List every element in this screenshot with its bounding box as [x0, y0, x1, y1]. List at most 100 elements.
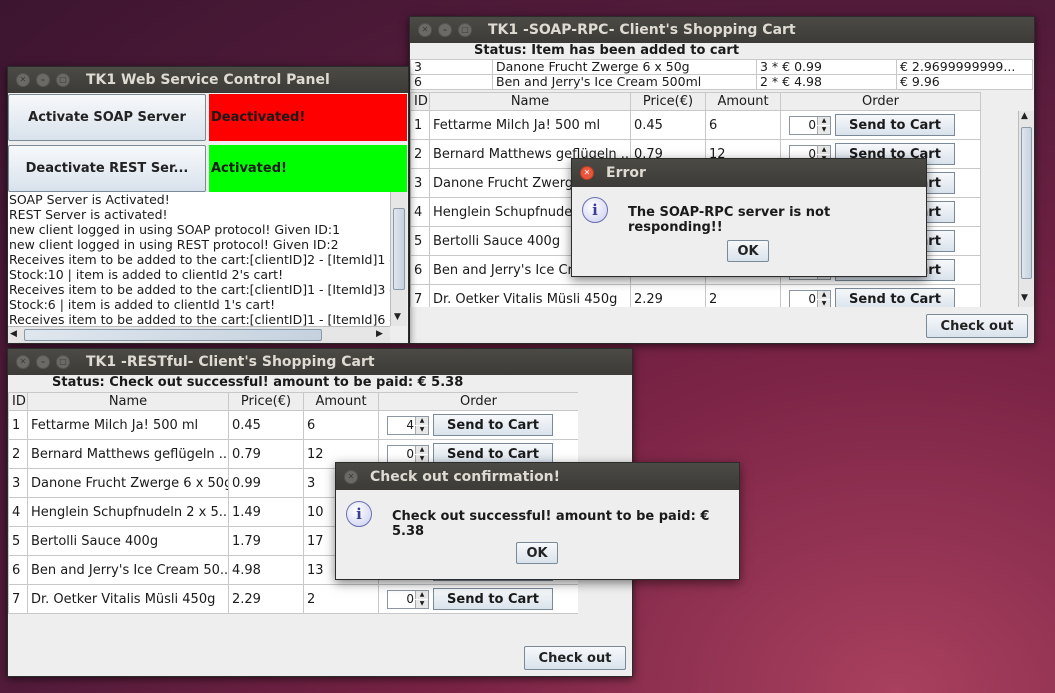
activate-soap-button[interactable]: Activate SOAP Server — [8, 94, 206, 141]
column-header: Amount — [303, 392, 379, 411]
cell-id: 3 — [8, 468, 28, 498]
column-header: Price(€) — [228, 392, 304, 411]
log-line: SOAP Server is Activated! — [9, 192, 170, 207]
cell-name: Dr. Oetker Vitalis Müsli 450g — [429, 284, 631, 307]
cart-cell-name: Danone Frucht Zwerge 6 x 50g — [492, 59, 757, 75]
table-row[interactable]: 1 Fettarme Milch Ja! 500 ml 0.45 6 4 ▲ ▼ Send t… — [8, 410, 578, 440]
checkout-message: Check out successful! amount to be paid:… — [392, 509, 710, 539]
minimize-icon[interactable]: – — [36, 73, 50, 87]
cell-id: 6 — [410, 255, 430, 285]
cell-id: 1 — [8, 410, 28, 440]
rest-checkout-button[interactable]: Check out — [524, 646, 626, 670]
cell-price: 0.45 — [630, 110, 706, 140]
soap-status-text: Status: Item has been added to cart — [474, 43, 740, 58]
cell-id: 4 — [410, 197, 430, 227]
rest-titlebar[interactable]: ✕ – □ TK1 -RESTful- Client's Shopping Ca… — [8, 349, 632, 375]
close-icon[interactable]: ✕ — [344, 469, 358, 484]
quantity-value: 0 — [808, 117, 816, 132]
scroll-thumb[interactable] — [1021, 127, 1032, 279]
cell-amount: 6 — [705, 110, 781, 140]
maximize-icon[interactable]: □ — [56, 73, 70, 87]
cart-cell-name: Ben and Jerry's Ice Cream 500ml — [492, 74, 757, 90]
cell-name: Dr. Oetker Vitalis Müsli 450g — [27, 584, 229, 614]
log-line: Receives item to be added to the cart:[c… — [9, 282, 390, 297]
stepper-up-icon[interactable]: ▲ — [415, 590, 428, 599]
log-line: REST Server is activated! — [9, 207, 168, 222]
server-log-text: SOAP Server is Activated! REST Server is … — [8, 192, 390, 326]
error-titlebar[interactable]: ✕ Error — [572, 159, 926, 187]
stepper-down-icon[interactable]: ▼ — [817, 125, 830, 134]
stepper-down-icon[interactable]: ▼ — [817, 299, 830, 307]
cell-name: Fettarme Milch Ja! 500 ml — [429, 110, 631, 140]
cell-id: 5 — [8, 526, 28, 556]
quantity-value: 0 — [808, 291, 816, 306]
close-icon[interactable]: ✕ — [16, 73, 30, 87]
soap-vertical-scrollbar[interactable]: ▲ ▼ — [1018, 111, 1034, 307]
maximize-icon[interactable]: □ — [56, 355, 70, 369]
cart-cell-total: € 9.96 — [896, 74, 1033, 90]
checkout-titlebar[interactable]: ✕ Check out confirmation! — [336, 463, 739, 490]
close-icon[interactable]: ✕ — [16, 355, 30, 369]
table-row[interactable]: 7 Dr. Oetker Vitalis Müsli 450g 2.29 2 0 ▲ ▼ Se… — [8, 584, 578, 614]
quantity-stepper[interactable]: 0▲▼ — [789, 115, 831, 135]
cell-price: 1.49 — [228, 497, 304, 527]
send-to-cart-button[interactable]: Send to Cart — [433, 414, 553, 436]
scroll-right-icon[interactable]: ▶ — [376, 329, 383, 339]
error-ok-button[interactable]: OK — [727, 240, 769, 262]
log-line: Receives item to be added to the cart:[c… — [9, 312, 390, 326]
stepper-up-icon[interactable]: ▲ — [817, 290, 830, 299]
quantity-stepper[interactable]: 4 ▲ ▼ — [387, 415, 429, 435]
cart-summary-row: 3 Danone Frucht Zwerge 6 x 50g 3 * € 0.99 €… — [410, 59, 1033, 75]
checkout-ok-button[interactable]: OK — [516, 542, 558, 564]
cell-amount: 2 — [303, 584, 379, 614]
cart-cell-id: 3 — [410, 59, 493, 75]
cart-summary-row: 6 Ben and Jerry's Ice Cream 500ml 2 * € 4.… — [410, 74, 1033, 90]
scroll-down-icon[interactable]: ▼ — [394, 312, 401, 322]
column-header: Price(€) — [630, 92, 706, 111]
log-horizontal-scrollbar[interactable]: ◀ ▶ — [8, 326, 390, 343]
minimize-icon[interactable]: – — [438, 23, 452, 37]
table-row[interactable]: 1 Fettarme Milch Ja! 500 ml 0.45 6 0 ▲ ▼ Send t… — [410, 110, 981, 140]
scroll-down-icon[interactable]: ▼ — [1021, 293, 1028, 303]
stepper-up-icon[interactable]: ▲ — [817, 145, 830, 154]
stepper-up-icon[interactable]: ▲ — [817, 116, 830, 125]
cell-id: 7 — [8, 584, 28, 614]
maximize-icon[interactable]: □ — [458, 23, 472, 37]
send-to-cart-button[interactable]: Send to Cart — [835, 114, 955, 136]
cell-name: Bernard Matthews geflügeln ... — [27, 439, 229, 469]
cell-order: 0▲▼Send to Cart — [780, 110, 981, 140]
stepper-down-icon[interactable]: ▼ — [415, 425, 428, 434]
cell-price: 2.29 — [630, 284, 706, 307]
cell-id: 7 — [410, 284, 430, 307]
log-vertical-scrollbar[interactable]: ▼ — [390, 192, 407, 326]
table-row[interactable]: 7 Dr. Oetker Vitalis Müsli 450g 2.29 2 0 ▲ ▼ Se… — [410, 284, 981, 307]
info-icon: i — [346, 501, 372, 527]
close-icon[interactable]: ✕ — [580, 166, 594, 180]
send-to-cart-button[interactable]: Send to Cart — [433, 588, 553, 610]
close-icon[interactable]: ✕ — [418, 23, 432, 37]
soap-titlebar[interactable]: ✕ – □ TK1 -SOAP-RPC- Client's Shopping C… — [410, 17, 1034, 43]
scroll-thumb[interactable] — [24, 329, 322, 341]
cell-price: 0.45 — [228, 410, 304, 440]
scroll-left-icon[interactable]: ◀ — [10, 329, 17, 339]
control-panel-titlebar[interactable]: ✕ – □ TK1 Web Service Control Panel — [8, 67, 408, 93]
minimize-icon[interactable]: – — [36, 355, 50, 369]
scroll-thumb[interactable] — [393, 208, 405, 290]
send-to-cart-button[interactable]: Send to Cart — [835, 288, 955, 307]
stepper-up-icon[interactable]: ▲ — [415, 445, 428, 454]
cell-id: 3 — [410, 168, 430, 198]
soap-checkout-button[interactable]: Check out — [926, 314, 1028, 338]
stepper-down-icon[interactable]: ▼ — [415, 599, 428, 608]
quantity-stepper[interactable]: 0▲▼ — [789, 289, 831, 307]
log-line: new client logged in using SOAP protocol… — [9, 222, 341, 237]
quantity-stepper[interactable]: 0▲▼ — [387, 444, 429, 464]
cell-price: 2.29 — [228, 584, 304, 614]
window-title: TK1 -RESTful- Client's Shopping Cart — [86, 354, 375, 370]
cell-price: 4.98 — [228, 555, 304, 585]
quantity-stepper[interactable]: 0▲▼ — [387, 589, 429, 609]
stepper-up-icon[interactable]: ▲ — [415, 416, 428, 425]
column-header: Amount — [705, 92, 781, 111]
cell-price: 0.99 — [228, 468, 304, 498]
deactivate-rest-button[interactable]: Deactivate REST Ser... — [8, 145, 206, 192]
scroll-up-icon[interactable]: ▲ — [1021, 111, 1028, 121]
